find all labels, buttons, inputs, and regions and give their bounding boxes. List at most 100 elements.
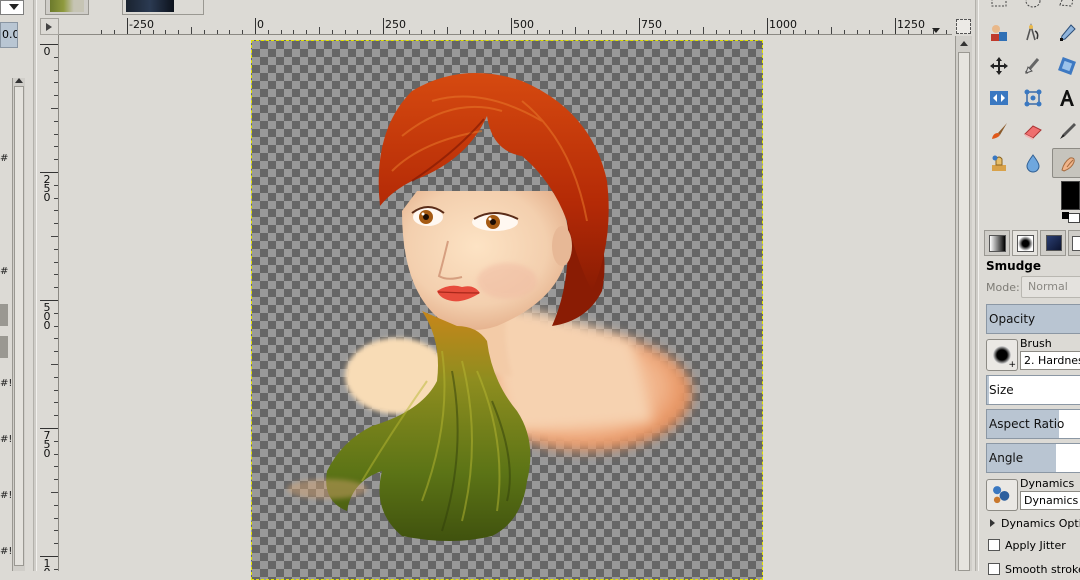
tool-button[interactable] (984, 116, 1014, 146)
ruler-minor-tick (792, 30, 794, 34)
image-tab[interactable] (45, 0, 89, 15)
ruler-minor-tick (54, 223, 58, 225)
aspect-ratio-slider[interactable]: Aspect Ratio (986, 409, 1080, 439)
checkbox-box[interactable] (988, 563, 1000, 575)
scrollbar-thumb[interactable] (958, 52, 970, 571)
image-canvas[interactable] (251, 40, 763, 580)
background-color-swatch[interactable] (1068, 213, 1080, 223)
tool-button[interactable] (1018, 148, 1048, 178)
ruler-minor-tick (152, 30, 154, 34)
apply-jitter-checkbox[interactable]: Apply Jitter (988, 539, 1066, 552)
paintbrush-tool-icon (992, 123, 1007, 139)
image-tab-active[interactable] (122, 0, 204, 15)
left-dock-mark: # (0, 153, 9, 164)
ruler-minor-tick (54, 376, 58, 378)
opacity-slider[interactable]: Opacity (986, 304, 1080, 334)
ruler-minor-tick (882, 30, 884, 34)
ruler-tick-label: -250 (129, 18, 154, 31)
ruler-minor-tick (203, 30, 205, 34)
dynamics-name-field[interactable]: Dynamics Off (1020, 491, 1080, 510)
ruler-minor-tick (831, 27, 832, 34)
tool-button[interactable] (1018, 83, 1048, 113)
dynamics-label: Dynamics (1020, 477, 1075, 490)
left-dock-mark: #! (0, 434, 13, 445)
tool-button[interactable] (1052, 18, 1080, 48)
tool-button[interactable] (1052, 51, 1080, 81)
brush-picker-button[interactable]: + (986, 339, 1018, 371)
ruler-minor-tick (54, 69, 58, 71)
blur-tool-icon (1026, 154, 1040, 173)
scrollbar-thumb[interactable] (14, 86, 24, 566)
horizontal-ruler[interactable]: -250 0 250 500 750 1000 1250 (59, 18, 952, 35)
canvas-area[interactable] (59, 36, 954, 580)
dynamics-options-expander[interactable]: Dynamics Options (990, 517, 1080, 530)
dynamics-picker-button[interactable] (986, 479, 1018, 511)
left-dock-mark: #! (0, 378, 13, 389)
gradients-tab[interactable] (984, 230, 1010, 256)
ruler-minor-tick (51, 236, 58, 237)
tool-button[interactable] (1018, 116, 1048, 146)
left-dock-spin-field[interactable]: 0.0 (0, 22, 18, 48)
ruler-dropdown-icon[interactable] (932, 28, 940, 33)
ruler-minor-tick (54, 95, 58, 97)
left-dock-scrollbar[interactable] (12, 78, 25, 571)
smooth-stroke-checkbox[interactable]: Smooth stroke (988, 563, 1080, 576)
angle-slider[interactable]: Angle (986, 443, 1080, 473)
ruler-minor-tick (472, 30, 474, 34)
foreground-color-swatch[interactable] (1061, 181, 1080, 210)
brush-name-field[interactable]: 2. Hardness 050 (1020, 351, 1080, 370)
ruler-minor-tick (51, 364, 58, 365)
mode-select[interactable]: Normal (1021, 276, 1080, 298)
tool-button[interactable] (984, 51, 1014, 81)
tool-button[interactable] (1052, 0, 1080, 16)
tool-button[interactable] (984, 18, 1014, 48)
document-history-tab[interactable] (1068, 230, 1080, 256)
tool-button-active[interactable] (1052, 148, 1080, 178)
tool-button[interactable] (1052, 83, 1080, 113)
navigate-icon[interactable] (956, 19, 971, 34)
image-thumbnail (126, 0, 174, 12)
ruler-minor-tick (754, 30, 756, 34)
ruler-minor-tick (51, 492, 58, 493)
checkbox-box[interactable] (988, 539, 1000, 551)
tool-options-tab[interactable] (1012, 230, 1038, 256)
quick-mask-menu-button[interactable] (40, 18, 59, 35)
ruler-minor-tick (54, 56, 58, 58)
clone-tool-icon (992, 155, 1006, 171)
vertical-ruler[interactable]: 0 250 500 750 1000 (40, 35, 59, 571)
scroll-up-icon[interactable] (960, 41, 968, 46)
left-dock-item[interactable] (0, 336, 8, 358)
tool-button[interactable] (984, 148, 1014, 178)
left-dock-mark: #! (0, 490, 13, 501)
ruler-tick-label: 0 (257, 18, 264, 31)
scroll-up-icon[interactable] (15, 78, 23, 83)
ruler-minor-tick (54, 312, 58, 314)
default-colors-icon[interactable] (1062, 212, 1069, 219)
size-slider[interactable]: Size (986, 375, 1080, 405)
image-tab-bar (37, 0, 975, 16)
smudge-tool-icon (1061, 157, 1075, 172)
canvas-vertical-scrollbar[interactable] (955, 36, 972, 571)
ruler-minor-tick (626, 30, 628, 34)
ruler-major-tick (511, 18, 512, 34)
left-dock-dropdown[interactable] (0, 0, 24, 15)
tool-button[interactable] (984, 83, 1014, 113)
text-tool-icon (1060, 90, 1074, 106)
ruler-minor-tick (331, 30, 333, 34)
mode-label: Mode: (986, 281, 1020, 294)
tool-button[interactable] (984, 0, 1014, 16)
expander-arrow-icon (990, 519, 995, 527)
dynamics-options-label: Dynamics Options (1001, 517, 1080, 530)
left-dock-item[interactable] (0, 304, 8, 326)
tool-button[interactable] (1018, 51, 1048, 81)
ruler-minor-tick (575, 27, 576, 34)
ruler-minor-tick (54, 184, 58, 186)
ruler-minor-tick (139, 30, 141, 34)
images-tab[interactable] (1040, 230, 1066, 256)
right-dock-separator[interactable] (975, 0, 979, 571)
ruler-minor-tick (54, 415, 58, 417)
left-dock-separator[interactable] (33, 0, 37, 571)
tool-button[interactable] (1018, 0, 1048, 16)
tool-button[interactable] (1018, 18, 1048, 48)
tool-button[interactable] (1052, 116, 1080, 146)
